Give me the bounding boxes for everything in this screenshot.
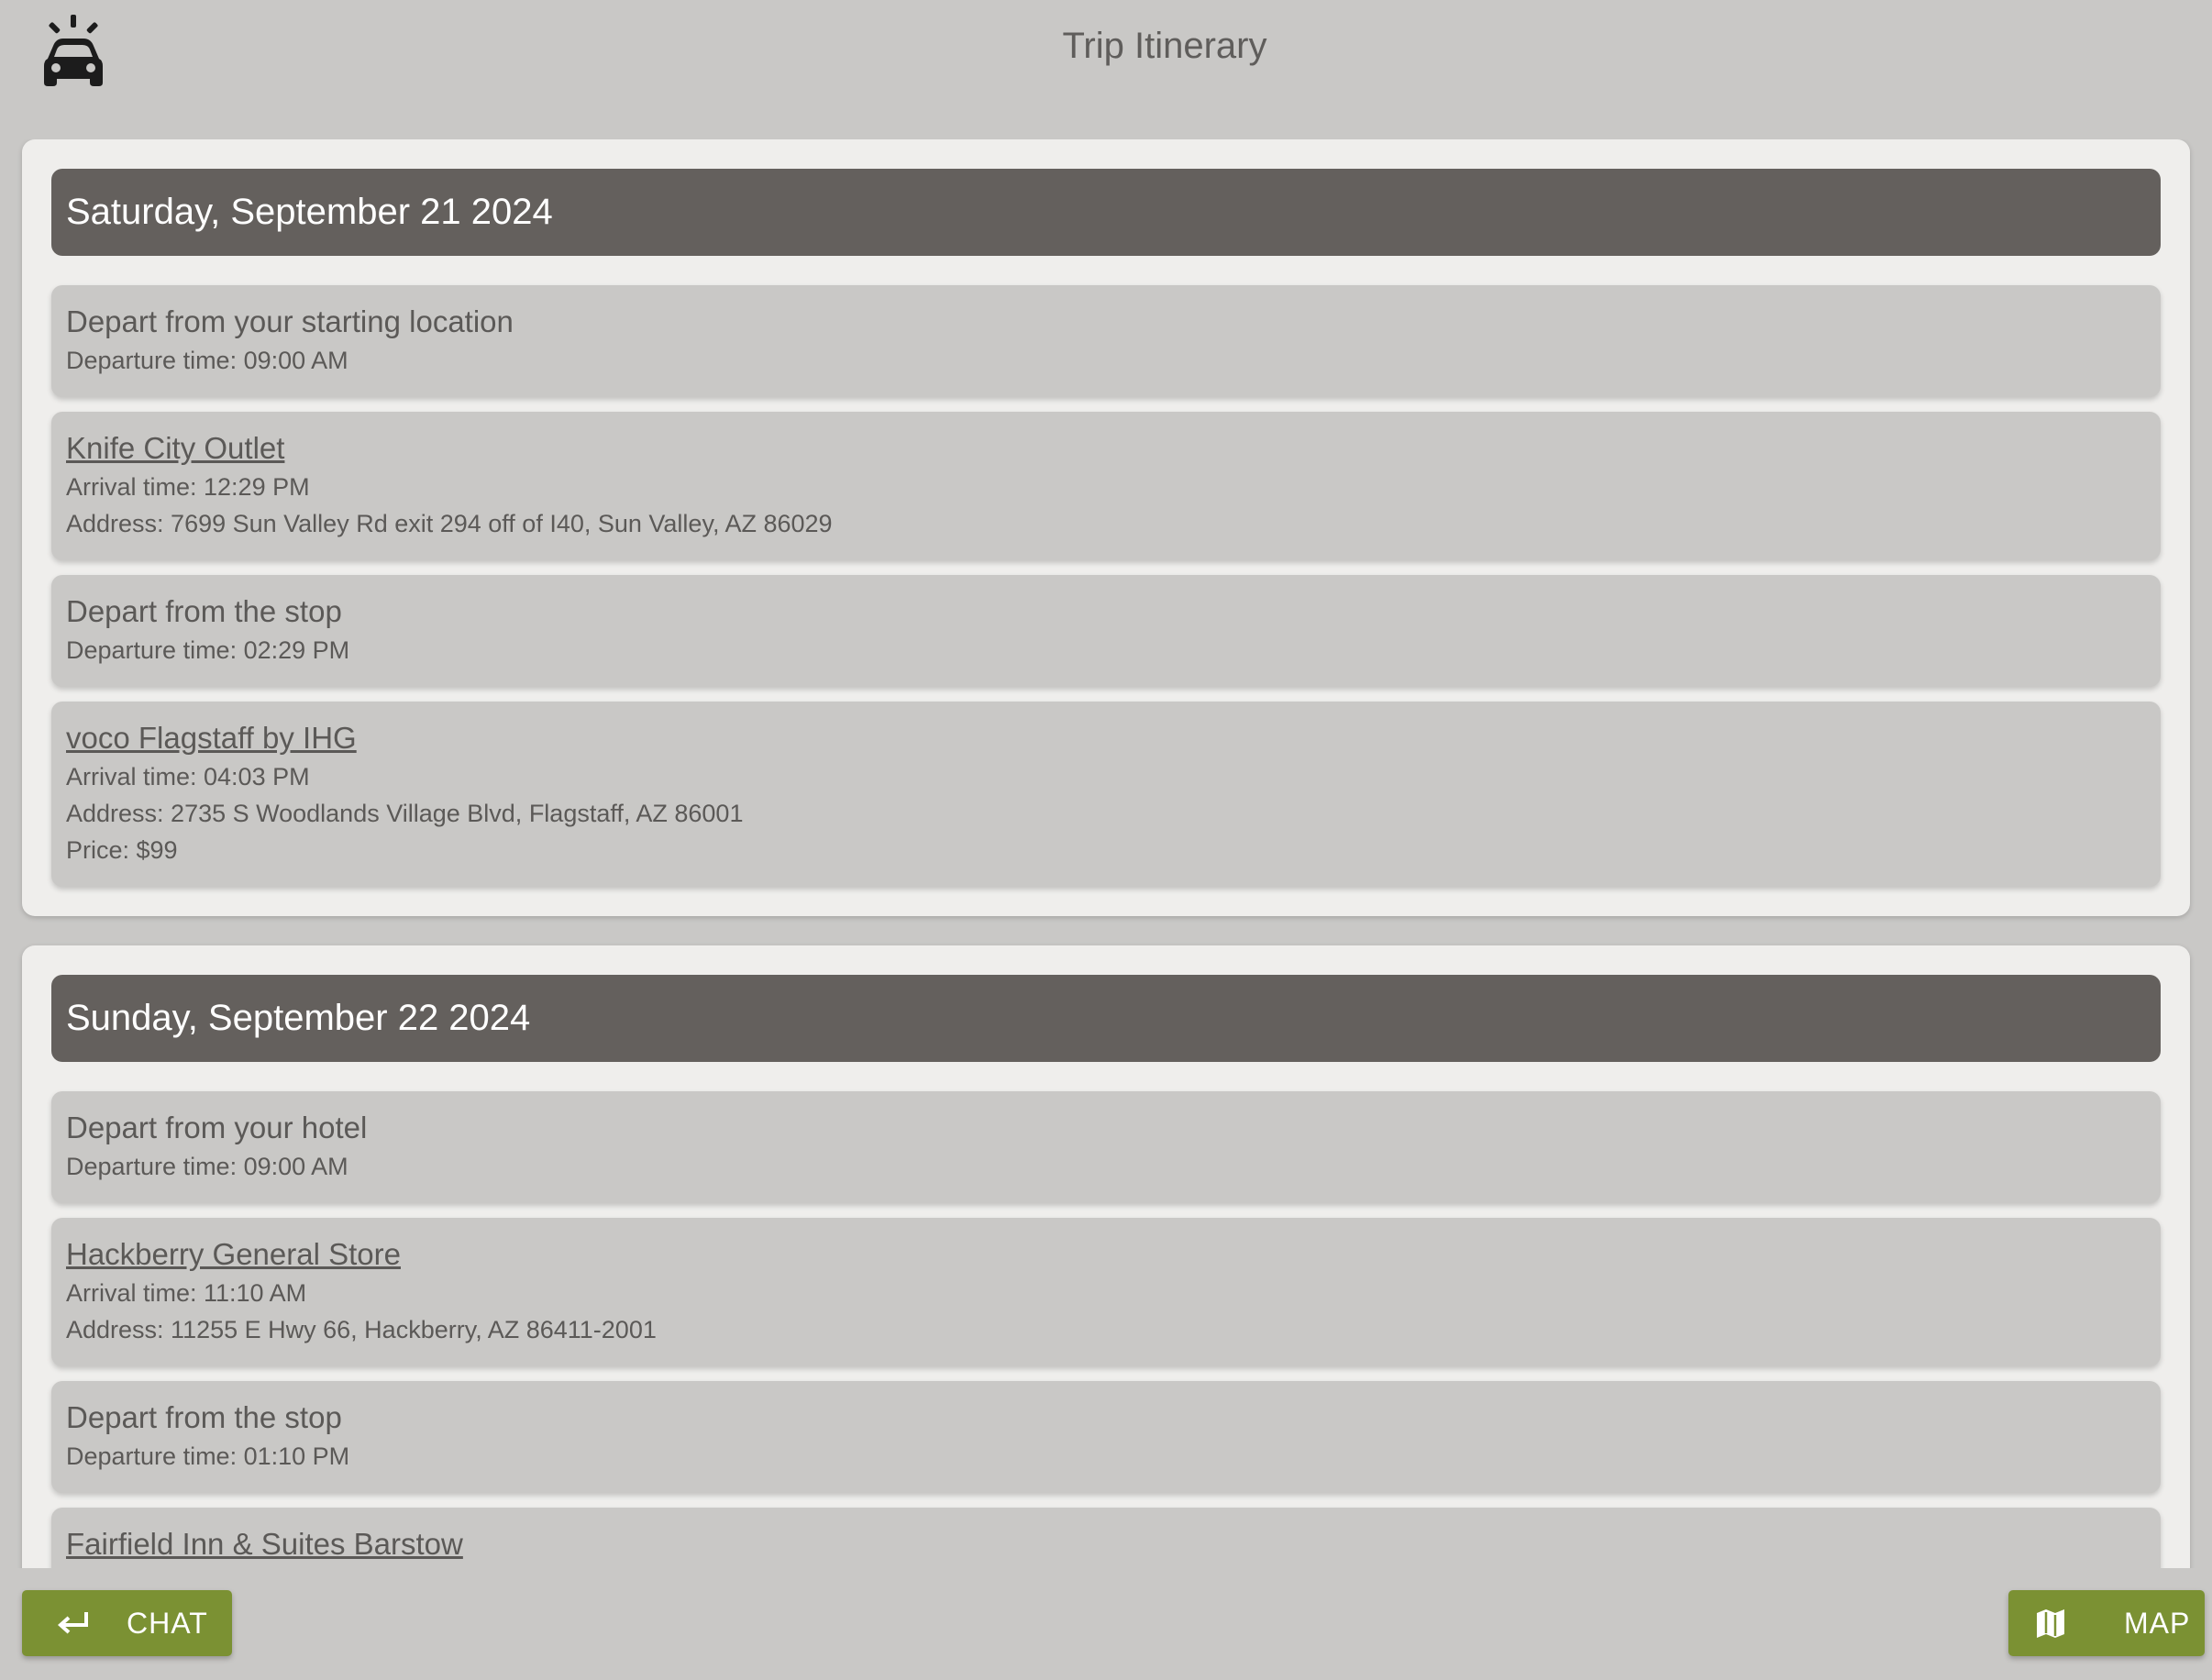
itinerary-entry: Fairfield Inn & Suites Barstow xyxy=(51,1508,2161,1568)
map-button[interactable]: MAP xyxy=(2008,1590,2205,1656)
entry-detail: Arrival time: 12:29 PM xyxy=(66,473,310,501)
entry-detail: Price: $99 xyxy=(66,836,178,864)
itinerary-entry: Depart from the stop Departure time: 02:2… xyxy=(51,575,2161,687)
day-card: Sunday, September 22 2024 Depart from you… xyxy=(22,945,2190,1568)
itinerary-scroll-area[interactable]: Saturday, September 21 2024 Depart from y… xyxy=(0,139,2212,1568)
entry-detail: Departure time: 02:29 PM xyxy=(66,636,350,664)
entry-detail: Address: 7699 Sun Valley Rd exit 294 off… xyxy=(66,510,833,537)
itinerary-entry: Hackberry General Store Arrival time: 11:… xyxy=(51,1218,2161,1366)
day-header: Saturday, September 21 2024 xyxy=(51,169,2161,256)
itinerary-entry: Depart from the stop Departure time: 01:1… xyxy=(51,1381,2161,1493)
app-root: Trip Itinerary Saturday, September 21 20… xyxy=(0,0,2212,1680)
entry-detail: Address: 2735 S Woodlands Village Blvd, … xyxy=(66,800,744,827)
itinerary-entry: Knife City Outlet Arrival time: 12:29 PM A… xyxy=(51,412,2161,560)
entry-title: Depart from your starting location xyxy=(66,304,514,338)
itinerary-entry: Depart from your starting location Depart… xyxy=(51,285,2161,397)
stop-name-link[interactable]: Fairfield Inn & Suites Barstow xyxy=(66,1524,2146,1564)
entry-detail: Departure time: 09:00 AM xyxy=(66,347,348,374)
entry-detail: Arrival time: 11:10 AM xyxy=(66,1279,307,1307)
top-bar: Trip Itinerary xyxy=(0,0,2212,119)
stop-name-link[interactable]: voco Flagstaff by IHG xyxy=(66,718,2146,758)
entry-detail: Departure time: 09:00 AM xyxy=(66,1153,348,1180)
entry-detail: Address: 11255 E Hwy 66, Hackberry, AZ 8… xyxy=(66,1316,657,1343)
day-header: Sunday, September 22 2024 xyxy=(51,975,2161,1062)
return-arrow-icon xyxy=(57,1612,88,1634)
chat-button[interactable]: CHAT xyxy=(22,1590,232,1656)
map-button-label: MAP xyxy=(2124,1606,2191,1640)
entry-detail: Departure time: 01:10 PM xyxy=(66,1442,350,1470)
stop-name-link[interactable]: Hackberry General Store xyxy=(66,1234,2146,1275)
stop-name-link[interactable]: Knife City Outlet xyxy=(66,428,2146,469)
entry-detail: Arrival time: 04:03 PM xyxy=(66,763,310,790)
chat-button-label: CHAT xyxy=(127,1606,208,1640)
itinerary-entry: Depart from your hotel Departure time: 09… xyxy=(51,1091,2161,1203)
entry-title: Depart from your hotel xyxy=(66,1111,368,1144)
itinerary-entry: voco Flagstaff by IHG Arrival time: 04:03… xyxy=(51,702,2161,887)
map-icon xyxy=(2037,1609,2064,1638)
day-card: Saturday, September 21 2024 Depart from y… xyxy=(22,139,2190,916)
entry-title: Depart from the stop xyxy=(66,594,342,628)
entry-title: Depart from the stop xyxy=(66,1400,342,1434)
page-title: Trip Itinerary xyxy=(1062,26,1267,66)
